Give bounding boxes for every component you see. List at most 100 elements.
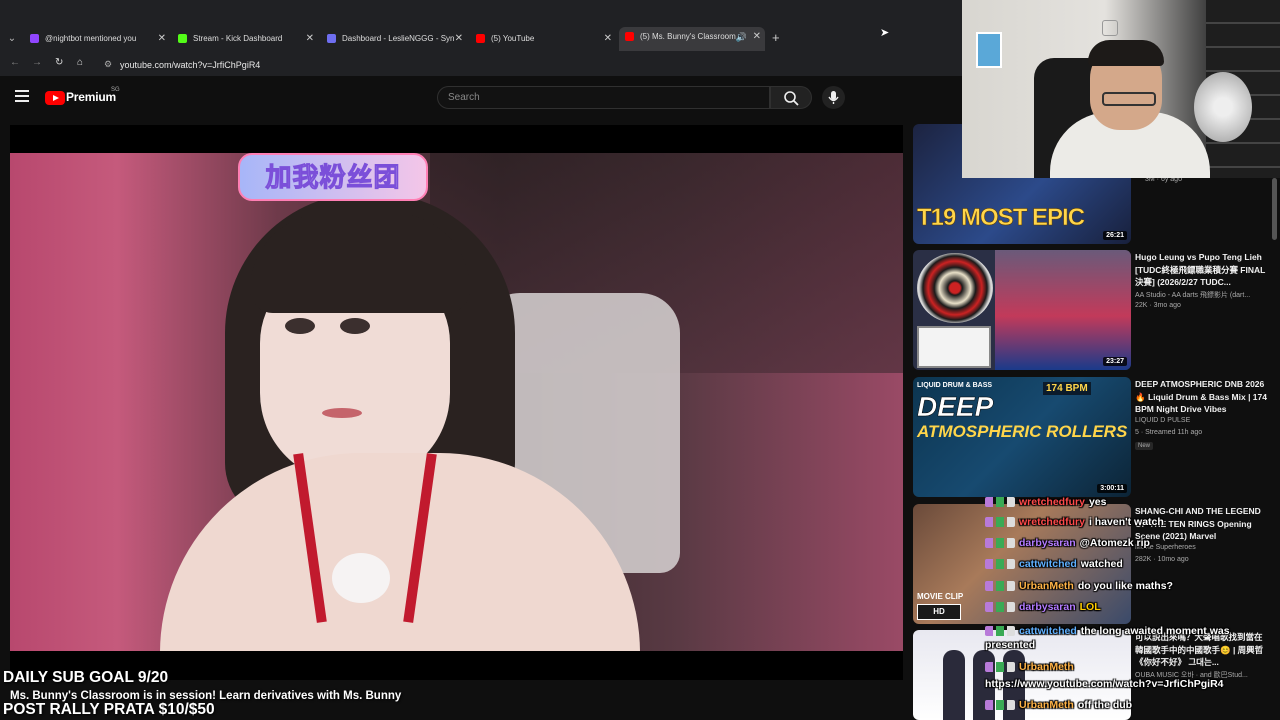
chat-overlay: wretchedfury yes wretchedfury i haven't wa… [985, 496, 1280, 720]
site-settings-icon[interactable]: ⚙ [104, 59, 112, 70]
home-icon[interactable]: ⌂ [77, 57, 83, 68]
rec-channel[interactable]: LIQUID D PULSE [1135, 417, 1190, 424]
tab-nightbot[interactable]: @nightbot mentioned you ✕ [24, 29, 170, 49]
youtube-favicon-icon [476, 34, 485, 44]
video-frame[interactable]: 加我粉丝团 [10, 153, 903, 651]
chat-badges [985, 497, 1015, 508]
rally-goal-text: POST RALLY PRATA $10/$50 [3, 701, 215, 718]
chat-message: darbysaran LOL [985, 601, 1280, 613]
chat-username: cattwitched [1019, 625, 1077, 637]
rec-channel[interactable]: AA Studio - AA darts 飛鏢影片 (dart... [1135, 290, 1250, 300]
rec-meta: 5 · Streamed 11h ago [1135, 429, 1203, 436]
chat-text: LOL [1079, 601, 1101, 613]
video-pompom [332, 553, 390, 603]
chat-text: i haven't watch [1088, 516, 1164, 528]
chat-badges [985, 700, 1015, 711]
tab-label: @nightbot mentioned you [45, 34, 137, 43]
close-tab-icon[interactable]: ✕ [753, 27, 761, 47]
thumbnail-text: 174 BPM [1043, 382, 1091, 395]
chat-text: do you like maths? [1077, 580, 1173, 592]
duration-badge: 26:21 [1103, 231, 1127, 240]
close-tab-icon[interactable]: ✕ [158, 29, 166, 49]
chat-badges [985, 517, 1015, 528]
fan [1194, 72, 1252, 142]
rec-title[interactable]: Hugo Leung vs Pupo Teng Lieh [TUDC終極飛鏢職業… [1135, 251, 1270, 289]
chat-badges [985, 538, 1015, 549]
menu-icon[interactable] [15, 90, 29, 102]
search-input[interactable]: Search [437, 86, 770, 109]
thumbnail-text: ATMOSPHERIC ROLLERS [917, 422, 1128, 441]
tab-label: (5) Ms. Bunny's Classroom [640, 32, 736, 41]
twitch-favicon-icon [30, 34, 39, 44]
screen: ⌄ @nightbot mentioned you ✕ Stream - Kick… [0, 0, 1280, 720]
chat-badges [985, 602, 1015, 613]
search-button[interactable] [770, 86, 812, 109]
chat-username: darbysaran [1019, 537, 1076, 549]
speaker-icon[interactable]: 🔊 [736, 27, 747, 47]
video-lips [322, 408, 362, 418]
chat-message: wretchedfury i haven't watch [985, 516, 1280, 528]
tab-youtube[interactable]: (5) YouTube ✕ [470, 29, 616, 49]
video-bangs [250, 213, 470, 313]
forward-icon[interactable]: → [32, 57, 42, 68]
chat-username: UrbanMeth [1019, 580, 1074, 592]
video-eye [340, 318, 370, 334]
search-icon [784, 91, 799, 106]
close-tab-icon[interactable]: ✕ [306, 29, 314, 49]
tab-list-chevron-icon[interactable]: ⌄ [4, 31, 20, 47]
chat-message: cattwitched the long awaited moment was p… [985, 624, 1260, 652]
chat-message: darbysaran @Atomezk rip [985, 537, 1280, 549]
sub-goal-text: DAILY SUB GOAL 9/20 [3, 669, 169, 686]
thumbnail-text: LIQUID DRUM & BASS [917, 382, 993, 389]
tab-dashboard-syn[interactable]: Dashboard - LeslieNGGG - Syn ✕ [321, 29, 467, 49]
tab-kick-dashboard[interactable]: Stream - Kick Dashboard ✕ [172, 29, 318, 49]
chat-link[interactable]: https://www.youtube.com/watch?v=JrfiChPg… [985, 678, 1224, 690]
rec-thumbnail[interactable]: 23:27 [913, 250, 1131, 370]
back-icon[interactable]: ← [10, 57, 20, 68]
close-tab-icon[interactable]: ✕ [455, 29, 463, 49]
wall-poster [976, 32, 1002, 68]
sidebar-scrollbar[interactable] [1272, 178, 1277, 240]
tab-label: Dashboard - LeslieNGGG - Syn [342, 34, 455, 43]
webcam-overlay [962, 0, 1280, 178]
youtube-premium-label[interactable]: Premium [66, 90, 116, 104]
chat-message: cattwitched watched [985, 558, 1280, 570]
close-tab-icon[interactable]: ✕ [604, 29, 612, 49]
chat-username: wretchedfury [1019, 516, 1085, 528]
region-code: SG [111, 87, 120, 93]
hd-badge: HD [917, 604, 961, 620]
youtube-logo-icon[interactable] [45, 91, 65, 105]
chat-message: wretchedfury yes [985, 496, 1280, 508]
tab-ms-bunny-classroom[interactable]: (5) Ms. Bunny's Classroom 🔊 ✕ [619, 27, 765, 51]
reload-icon[interactable]: ↻ [55, 57, 63, 68]
chat-message: UrbanMeth off the dub [985, 699, 1280, 711]
rec-meta: 22K · 3mo ago [1135, 302, 1181, 309]
streamer-hair [1088, 40, 1164, 66]
chat-text: @Atomezk rip [1079, 537, 1150, 549]
kick-favicon-icon [178, 34, 187, 44]
chat-badges [985, 559, 1015, 570]
duration-badge: 23:27 [1103, 357, 1127, 366]
rec-thumbnail[interactable]: LIQUID DRUM & BASS 174 BPM DEEP ATMOSPHE… [913, 377, 1131, 497]
chat-text: watched [1080, 558, 1123, 570]
chat-username: UrbanMeth [1019, 661, 1074, 673]
new-badge: New [1135, 442, 1154, 450]
tab-label: (5) YouTube [491, 34, 535, 43]
url-field[interactable]: youtube.com/watch?v=JrfiChPgiR4 [120, 60, 260, 70]
voice-search-button[interactable] [822, 86, 845, 109]
video-overlay-sign: 加我粉丝团 [238, 153, 428, 201]
chat-username: darbysaran [1019, 601, 1076, 613]
mouse-cursor-icon: ➤ [880, 27, 890, 39]
chat-badges [985, 581, 1015, 592]
chat-username: cattwitched [1019, 558, 1077, 570]
person-figure [943, 650, 965, 720]
tab-label: Stream - Kick Dashboard [193, 34, 283, 43]
dashboard-favicon-icon [327, 34, 336, 44]
scoreboard-image [917, 326, 991, 368]
chat-username: wretchedfury [1019, 496, 1085, 508]
microphone-icon [828, 91, 839, 104]
thumbnail-text: MOVIE CLIP [917, 592, 964, 601]
video-eye [285, 318, 315, 334]
new-tab-button[interactable]: + [772, 30, 780, 45]
rec-title[interactable]: DEEP ATMOSPHERIC DNB 2026 🔥 Liquid Drum … [1135, 378, 1270, 416]
